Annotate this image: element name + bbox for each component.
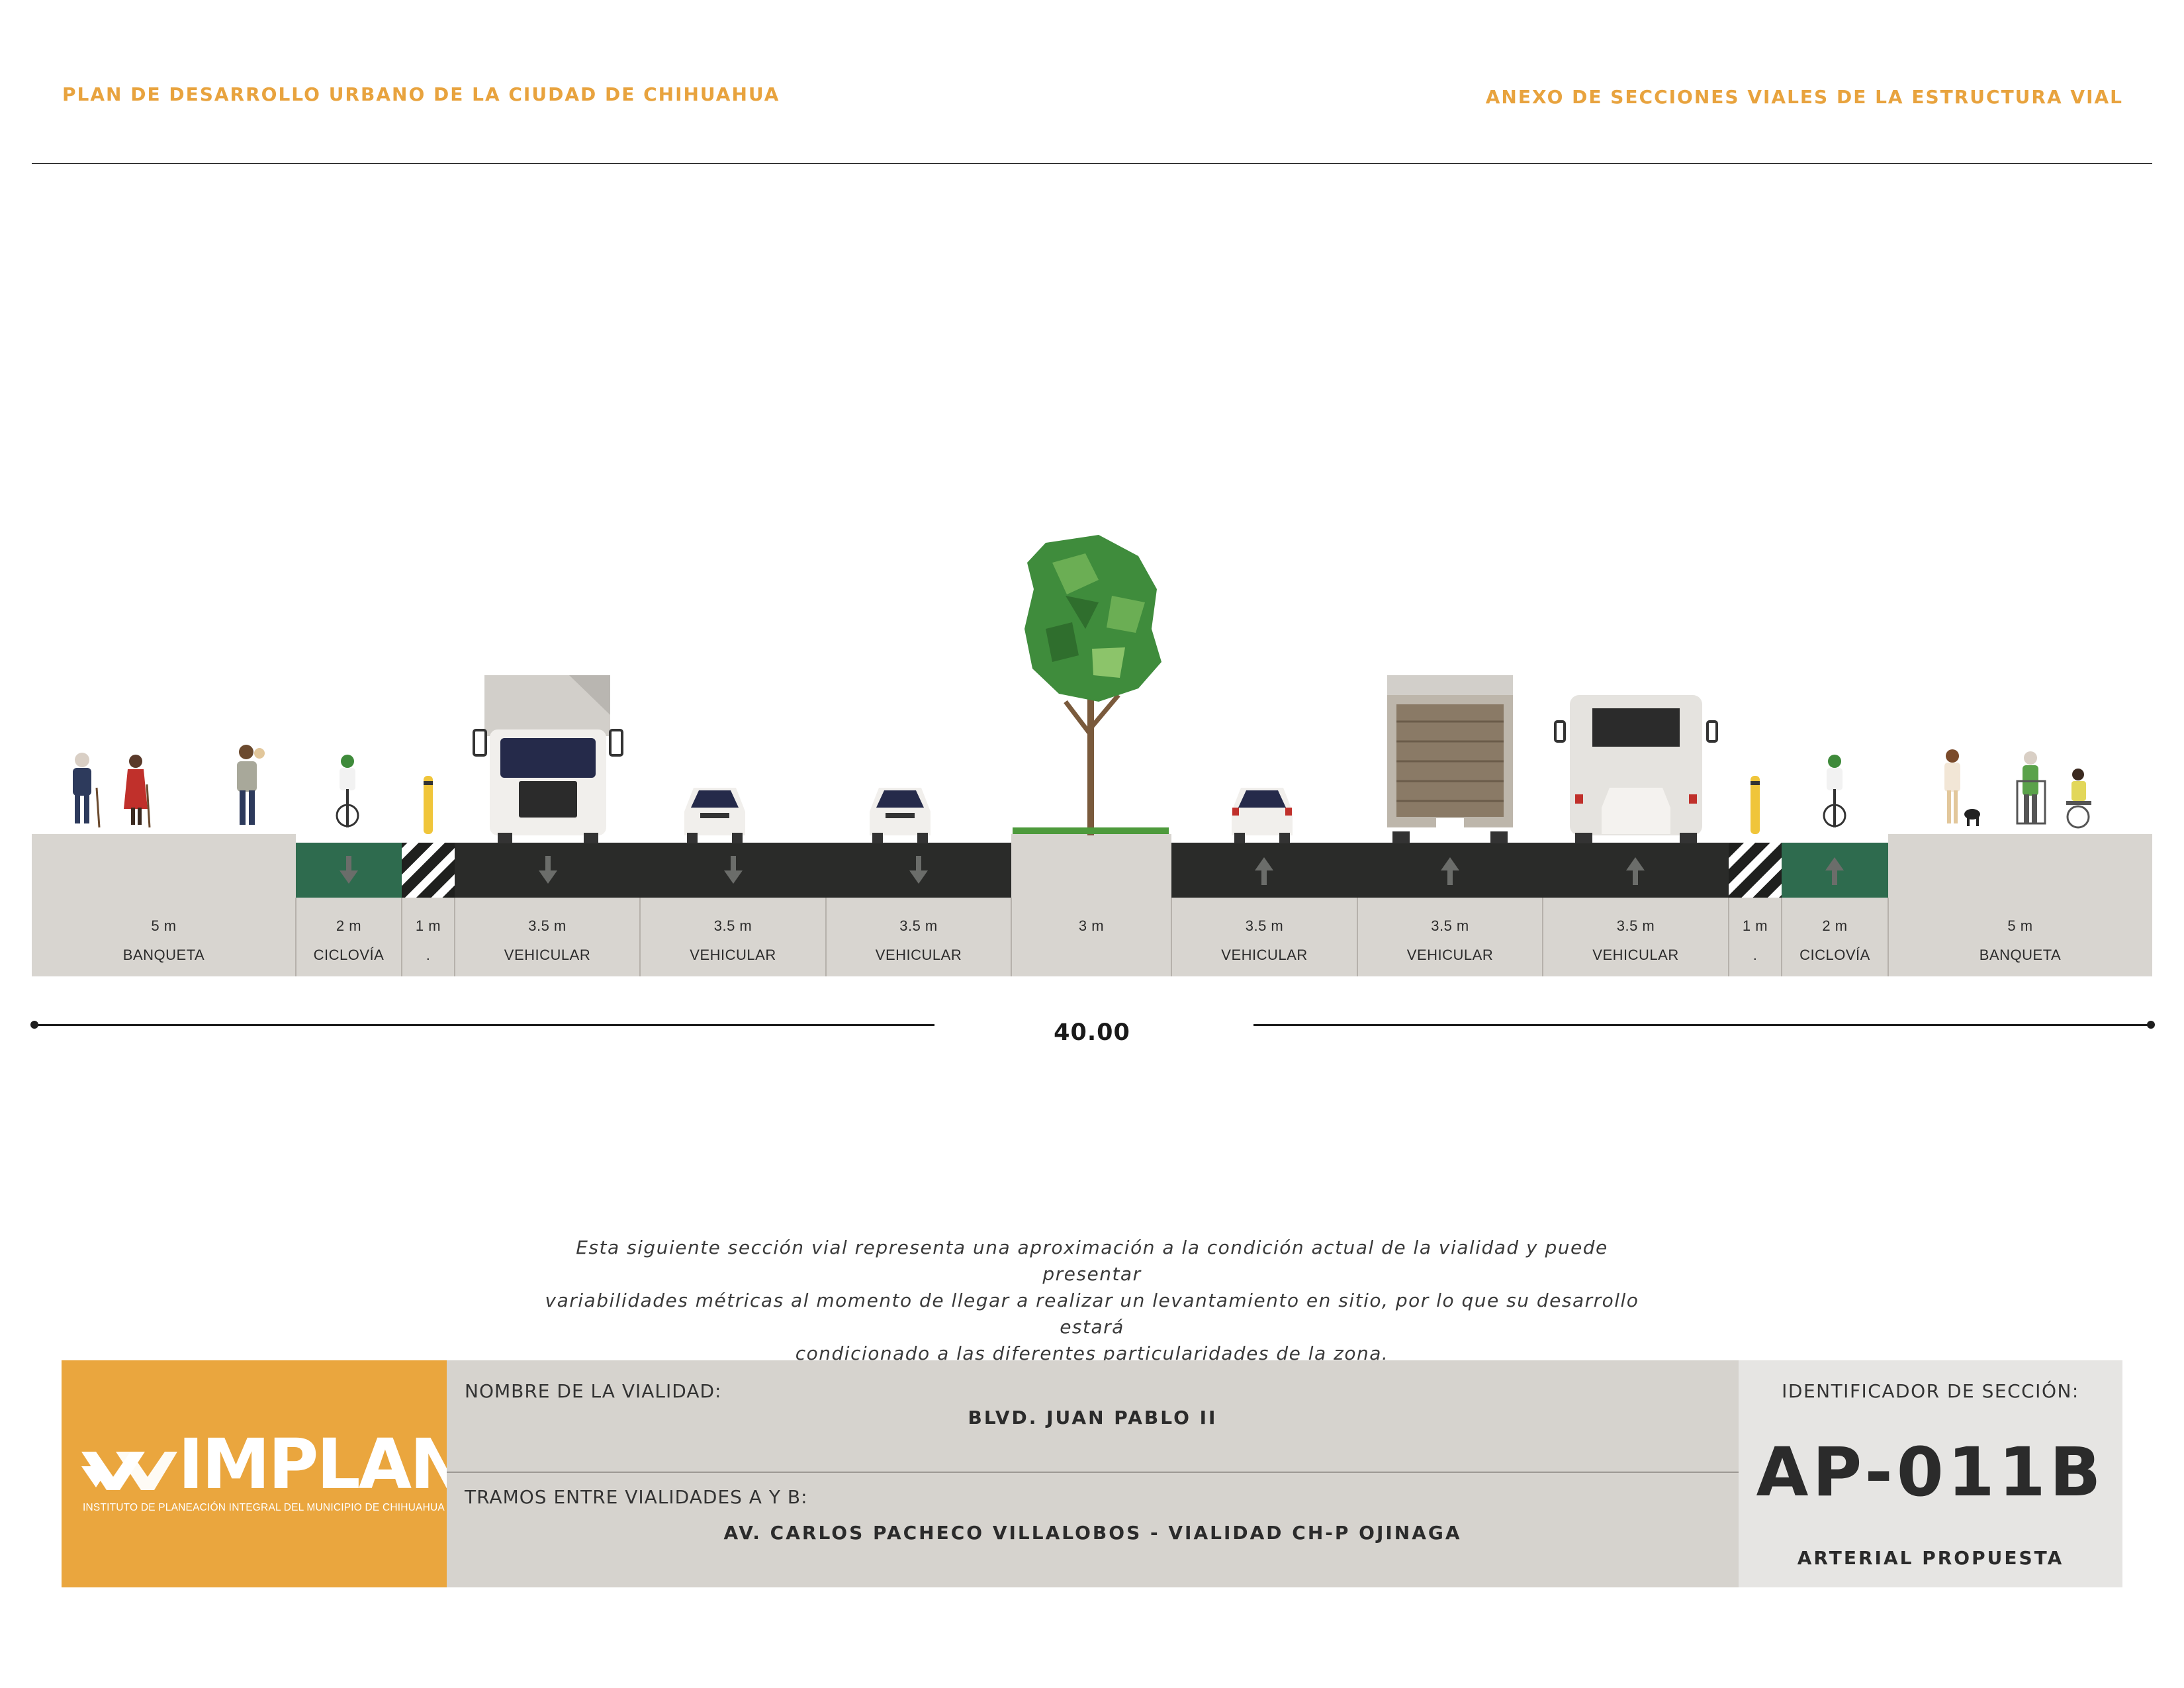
segment-width: 5 m bbox=[2007, 917, 2033, 934]
truck-front-icon bbox=[473, 675, 623, 843]
info-divider bbox=[447, 1472, 1739, 1473]
tree-icon bbox=[1013, 535, 1169, 835]
segment-width: 3.5 m bbox=[713, 917, 752, 934]
pedestrian-parent-child-icon bbox=[237, 745, 265, 825]
road-classification: ARTERIAL PROPUESTA bbox=[1797, 1547, 2064, 1569]
segment-name: VEHICULAR bbox=[690, 947, 776, 963]
segment-name: VEHICULAR bbox=[875, 947, 962, 963]
segment-name: . bbox=[426, 947, 431, 963]
disclaimer-text: Esta siguiente sección vial representa u… bbox=[529, 1235, 1655, 1367]
pedestrian-walker-icon bbox=[2016, 751, 2046, 825]
section-id-panel: IDENTIFICADOR DE SECCIÓN: AP-011B ARTERI… bbox=[1739, 1360, 2122, 1587]
car-rear-icon bbox=[1232, 788, 1293, 843]
segment-width: 3.5 m bbox=[528, 917, 567, 934]
cyclist-icon bbox=[1823, 755, 1846, 827]
segment-width: 3.5 m bbox=[899, 917, 938, 934]
dimension-line-right bbox=[1253, 1024, 2152, 1026]
pedestrian-elderly-icon bbox=[73, 753, 101, 828]
segment-name: CICLOVÍA bbox=[1799, 947, 1870, 963]
segment-range-label: TRAMOS ENTRE VIALIDADES A Y B: bbox=[465, 1486, 808, 1508]
segment-width: 3.5 m bbox=[1245, 917, 1284, 934]
bollard-icon bbox=[424, 776, 433, 834]
car-front-icon bbox=[684, 788, 745, 843]
dimension-end-dot bbox=[2147, 1021, 2155, 1029]
pedestrian-woman-icon bbox=[124, 755, 151, 828]
header-right-title: ANEXO DE SECCIONES VIALES DE LA ESTRUCTU… bbox=[1485, 86, 2123, 108]
road-info-panel: NOMBRE DE LA VIALIDAD: BLVD. JUAN PABLO … bbox=[447, 1360, 1739, 1587]
logo-subtitle: INSTITUTO DE PLANEACIÓN INTEGRAL DEL MUN… bbox=[83, 1502, 445, 1513]
road-cross-section bbox=[32, 535, 2152, 976]
dimension-line-left bbox=[33, 1024, 934, 1026]
section-id-code: AP-011B bbox=[1756, 1433, 2105, 1512]
segment-name: VEHICULAR bbox=[1406, 947, 1494, 963]
segment-name: VEHICULAR bbox=[504, 947, 591, 963]
truck-rear-icon bbox=[1387, 675, 1513, 843]
segment-name: VEHICULAR bbox=[1592, 947, 1679, 963]
buffer-right bbox=[1729, 843, 1782, 898]
road-name-label: NOMBRE DE LA VIALIDAD: bbox=[465, 1380, 722, 1402]
implan-mark-icon bbox=[81, 1452, 177, 1490]
segment-name: BANQUETA bbox=[122, 947, 205, 963]
segment-width: 2 m bbox=[1822, 917, 1848, 934]
segment-width: 3 m bbox=[1078, 917, 1105, 934]
section-id-label: IDENTIFICADOR DE SECCIÓN: bbox=[1782, 1380, 2079, 1402]
title-block: IMPLAN INSTITUTO DE PLANEACIÓN INTEGRAL … bbox=[62, 1360, 2122, 1587]
segment-range-value: AV. CARLOS PACHECO VILLALOBOS - VIALIDAD… bbox=[723, 1522, 1462, 1544]
pedestrian-dog-walker-icon bbox=[1944, 749, 1980, 826]
segment-name: . bbox=[1752, 947, 1758, 963]
disclaimer-line: Esta siguiente sección vial representa u… bbox=[576, 1237, 1608, 1285]
logo-wordmark: IMPLAN bbox=[178, 1424, 467, 1505]
lower-band bbox=[32, 898, 2152, 976]
segment-name: CICLOVÍA bbox=[313, 947, 385, 963]
total-width: 40.00 bbox=[1054, 1019, 1130, 1046]
buffer-left bbox=[402, 843, 455, 898]
segment-name: BANQUETA bbox=[1979, 947, 2062, 963]
wheelchair-user-icon bbox=[2066, 769, 2091, 829]
road-name-value: BLVD. JUAN PABLO II bbox=[968, 1407, 1218, 1429]
segment-width: 3.5 m bbox=[1616, 917, 1655, 934]
segment-width: 1 m bbox=[1742, 917, 1768, 934]
implan-logo: IMPLAN INSTITUTO DE PLANEACIÓN INTEGRAL … bbox=[62, 1360, 467, 1587]
header-divider bbox=[32, 163, 2152, 164]
segment-width: 5 m bbox=[151, 917, 177, 934]
segment-width: 2 m bbox=[336, 917, 362, 934]
disclaimer-line: variabilidades métricas al momento de ll… bbox=[545, 1289, 1639, 1338]
segment-width: 1 m bbox=[415, 917, 441, 934]
header-left-title: PLAN DE DESARROLLO URBANO DE LA CIUDAD D… bbox=[62, 83, 780, 105]
bus-rear-icon bbox=[1554, 695, 1718, 843]
segment-name: VEHICULAR bbox=[1221, 947, 1308, 963]
dimension-end-dot bbox=[30, 1021, 38, 1029]
bollard-icon bbox=[1751, 776, 1760, 834]
car-front-icon bbox=[870, 788, 931, 843]
segment-width: 3.5 m bbox=[1431, 917, 1469, 934]
cyclist-icon bbox=[336, 755, 359, 827]
